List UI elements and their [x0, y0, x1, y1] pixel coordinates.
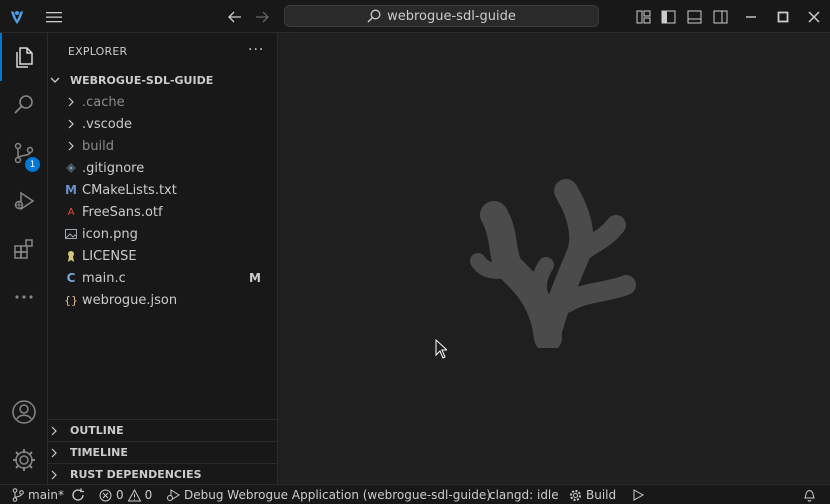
explorer-sidebar: EXPLORER ··· WEBROGUE-SDL-GUIDE .cache .…	[48, 33, 278, 484]
warning-icon	[127, 488, 141, 501]
activity-bar: 1	[0, 33, 48, 484]
extensions-icon[interactable]	[0, 225, 48, 273]
run-button[interactable]	[632, 487, 644, 503]
chevron-down-icon	[50, 75, 70, 85]
tree-item-icon-png[interactable]: icon.png	[48, 223, 277, 245]
tree-item-main-c[interactable]: C main.c M	[48, 267, 277, 289]
toggle-primary-sidebar-icon[interactable]	[659, 8, 677, 26]
tree-item-cache[interactable]: .cache	[48, 91, 277, 113]
minimize-icon[interactable]	[742, 8, 760, 26]
tree-item-webrogue-json[interactable]: {} webrogue.json	[48, 289, 277, 311]
error-count: 0	[116, 488, 124, 502]
chevron-right-icon	[64, 138, 78, 154]
clangd-label: clangd: idle	[489, 488, 559, 502]
tree-item-build[interactable]: build	[48, 135, 277, 157]
close-icon[interactable]	[805, 8, 823, 26]
tree-item-vscode[interactable]: .vscode	[48, 113, 277, 135]
tree-item-label: LICENSE	[82, 248, 137, 264]
license-icon	[64, 248, 78, 264]
sync-icon	[72, 488, 84, 501]
status-bar: main* 0 0 Debug Webrogue Application (we…	[0, 484, 830, 504]
forward-arrow-icon[interactable]	[253, 8, 271, 26]
outline-section[interactable]: OUTLINE	[48, 419, 277, 441]
maximize-icon[interactable]	[774, 8, 792, 26]
tree-item-label: .vscode	[82, 116, 132, 132]
chevron-right-icon	[50, 470, 70, 480]
toggle-panel-icon[interactable]	[685, 8, 703, 26]
tree-item-freesans[interactable]: A FreeSans.otf	[48, 201, 277, 223]
tree-item-cmakelists[interactable]: M CMakeLists.txt	[48, 179, 277, 201]
customize-layout-icon[interactable]	[634, 8, 652, 26]
title-bar: webrogue-sdl-guide	[0, 0, 830, 33]
rust-dependencies-section[interactable]: RUST DEPENDENCIES	[48, 463, 277, 485]
bell-icon	[804, 489, 815, 502]
source-control-icon[interactable]: 1	[0, 129, 48, 177]
tree-item-label: main.c	[82, 270, 126, 286]
build-button[interactable]: Build	[569, 487, 616, 503]
more-views-icon[interactable]	[0, 273, 48, 321]
source-control-badge: 1	[25, 157, 40, 172]
image-icon	[64, 226, 78, 242]
git-branch-icon	[12, 488, 24, 502]
chevron-right-icon	[50, 426, 70, 436]
json-icon: {}	[64, 293, 78, 307]
command-center-search[interactable]: webrogue-sdl-guide	[284, 5, 599, 27]
manage-gear-icon[interactable]	[0, 436, 48, 484]
tree-item-label: FreeSans.otf	[82, 204, 163, 220]
font-icon: A	[67, 206, 75, 218]
search-view-icon[interactable]	[0, 81, 48, 129]
timeline-label: TIMELINE	[70, 446, 128, 459]
tree-item-license[interactable]: LICENSE	[48, 245, 277, 267]
mouse-cursor-icon	[435, 339, 447, 359]
notifications-button[interactable]	[803, 487, 816, 503]
branch-name: main*	[28, 488, 64, 502]
workspace-root-label: WEBROGUE-SDL-GUIDE	[70, 73, 214, 87]
vscode-watermark-logo-icon	[470, 179, 636, 348]
tree-item-label: CMakeLists.txt	[82, 182, 177, 198]
tree-item-label: build	[82, 138, 114, 154]
run-debug-icon[interactable]	[0, 177, 48, 225]
debug-icon	[167, 489, 180, 501]
debug-launch-status[interactable]: Debug Webrogue Application (webrogue-sdl…	[166, 487, 491, 503]
explorer-icon[interactable]	[0, 33, 48, 81]
tree-item-label: .gitignore	[82, 160, 145, 176]
warning-count: 0	[144, 488, 153, 502]
build-label: Build	[586, 488, 617, 502]
tree-item-label: .cache	[82, 94, 125, 110]
vscode-logo-icon	[8, 8, 26, 26]
search-text: webrogue-sdl-guide	[387, 8, 516, 24]
tree-item-label: webrogue.json	[82, 292, 178, 308]
accounts-icon[interactable]	[0, 388, 48, 436]
rust-dependencies-label: RUST DEPENDENCIES	[70, 468, 202, 481]
explorer-more-actions[interactable]: ···	[248, 42, 264, 58]
sync-button[interactable]	[71, 487, 85, 503]
back-arrow-icon[interactable]	[226, 8, 244, 26]
menu-icon[interactable]	[45, 8, 63, 26]
modified-status-badge: M	[249, 271, 261, 285]
toggle-secondary-sidebar-icon[interactable]	[711, 8, 729, 26]
cmake-icon: M	[65, 183, 77, 197]
branch-status[interactable]: main*	[12, 487, 64, 503]
clangd-status[interactable]: clangd: idle	[489, 487, 559, 503]
workspace-root-folder[interactable]: WEBROGUE-SDL-GUIDE	[48, 69, 277, 91]
tree-item-label: icon.png	[82, 226, 138, 242]
gitignore-icon	[64, 160, 78, 176]
chevron-right-icon	[64, 94, 78, 110]
c-file-icon: C	[66, 271, 76, 285]
debug-config-label: Debug Webrogue Application (webrogue-sdl…	[184, 488, 491, 502]
outline-label: OUTLINE	[70, 424, 124, 437]
search-icon	[367, 9, 381, 23]
tree-item-gitignore[interactable]: .gitignore	[48, 157, 277, 179]
timeline-section[interactable]: TIMELINE	[48, 441, 277, 463]
gear-icon	[570, 489, 581, 501]
play-icon	[633, 489, 644, 501]
error-icon	[99, 489, 112, 501]
chevron-right-icon	[50, 448, 70, 458]
problems-status[interactable]: 0 0	[99, 487, 152, 503]
editor-area[interactable]	[278, 33, 830, 484]
chevron-right-icon	[64, 116, 78, 132]
explorer-title: EXPLORER	[68, 45, 128, 58]
